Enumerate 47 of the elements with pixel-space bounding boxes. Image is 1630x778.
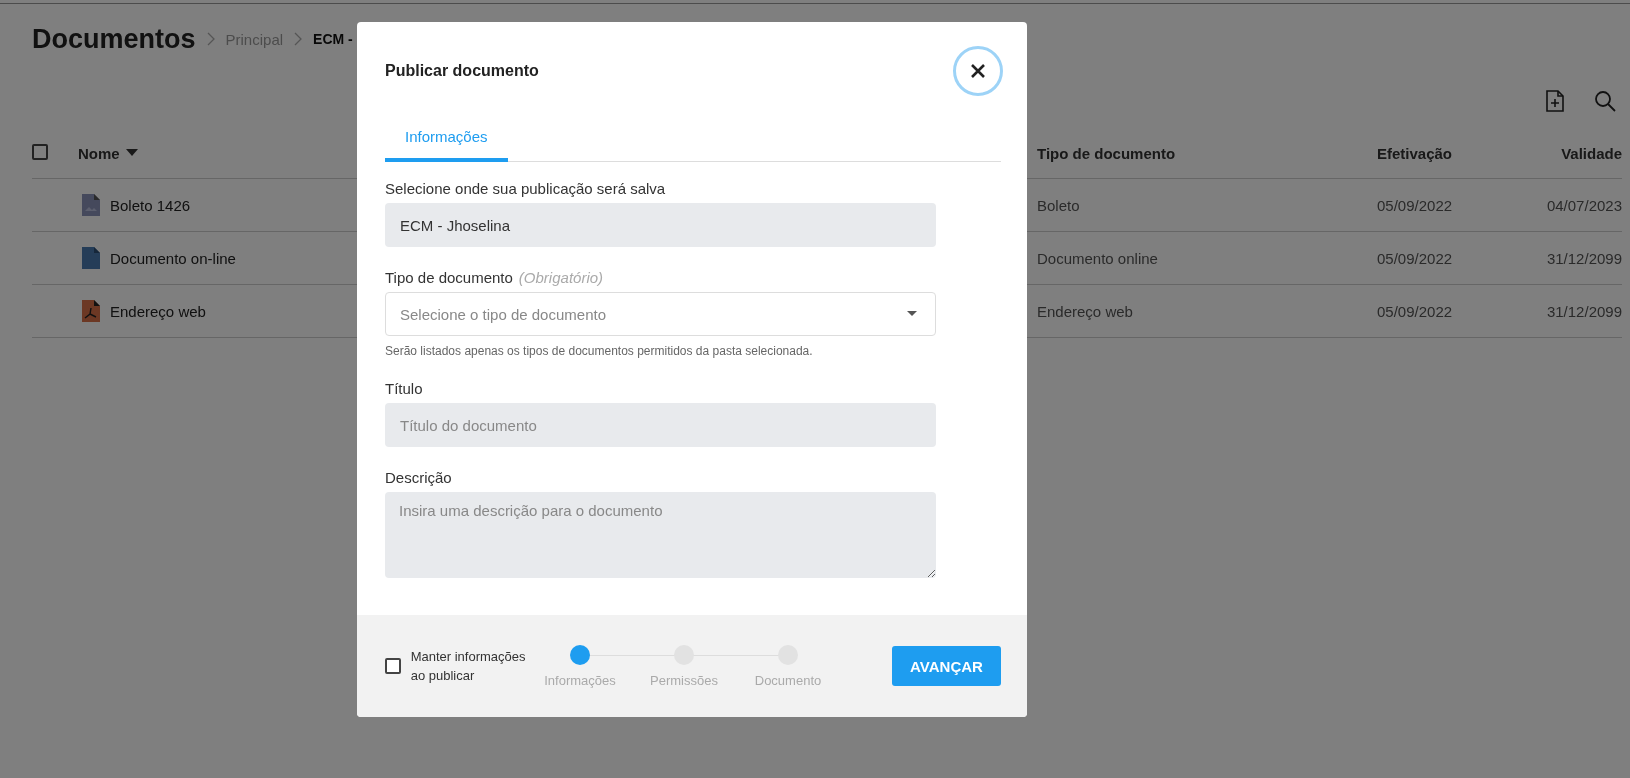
search-icon[interactable] (1594, 90, 1616, 112)
title-field[interactable]: Título do documento (385, 403, 936, 447)
file-name[interactable]: Boleto 1426 (110, 196, 191, 214)
table-cell: Endereço web (1037, 302, 1133, 320)
table-cell: 05/09/2022 (1377, 196, 1453, 214)
field-label: Descrição (385, 469, 452, 486)
column-header[interactable]: Nome (78, 144, 120, 162)
document-icon (82, 247, 100, 269)
close-button[interactable] (953, 46, 1003, 96)
table-cell: 05/09/2022 (1377, 249, 1453, 267)
pdf-file-icon (82, 300, 100, 322)
file-name[interactable]: Endereço web (110, 302, 206, 320)
step-label: Permissões (650, 672, 718, 688)
column-header[interactable]: Efetivação (1377, 144, 1453, 162)
table-cell: 04/07/2023 (1546, 196, 1622, 214)
folder-field[interactable]: ECM - Jhoselina (385, 203, 936, 247)
table-cell: 31/12/2099 (1546, 302, 1622, 320)
dialog-title: Publicar documento (385, 62, 539, 80)
field-hint: Serão listados apenas os tipos de documentos permitidos da pasta selecionada. (385, 344, 814, 358)
add-file-icon[interactable] (1546, 90, 1564, 112)
step-label: Documento (754, 672, 822, 688)
field-label: Título (385, 380, 423, 397)
description-field[interactable]: Insira uma descrição para o documento (385, 492, 936, 578)
column-header[interactable]: Tipo de documento (1037, 144, 1176, 162)
page-title: Documentos (32, 23, 196, 55)
keep-info-checkbox[interactable] (385, 658, 401, 674)
document-type-select[interactable]: Selecione o tipo de documento (385, 292, 936, 336)
table-cell: Documento online (1037, 249, 1158, 267)
file-name[interactable]: Documento on-line (110, 249, 236, 267)
step-label: Informações (544, 672, 616, 688)
chevron-icon (293, 31, 304, 47)
table-cell: Boleto (1037, 196, 1080, 214)
checkbox-label: Manter informações ao publicar (410, 647, 527, 685)
table-cell: 05/09/2022 (1377, 302, 1453, 320)
chevron-icon (205, 31, 216, 47)
close-icon (970, 63, 986, 79)
column-header[interactable]: Validade (1561, 144, 1622, 162)
dropdown-caret-icon (907, 311, 917, 317)
tab[interactable]: Informações (385, 118, 508, 162)
field-label: Tipo de documento (385, 269, 513, 286)
image-file-icon (82, 194, 100, 216)
next-button[interactable]: AVANÇAR (892, 646, 1001, 686)
select-all-checkbox[interactable] (32, 143, 48, 160)
required-note: (Obrigatório) (518, 269, 604, 286)
field-label: Selecione onde sua publicação será salva (385, 180, 666, 197)
table-cell: 31/12/2099 (1546, 249, 1622, 267)
breadcrumb-link[interactable]: ECM - (313, 31, 353, 47)
